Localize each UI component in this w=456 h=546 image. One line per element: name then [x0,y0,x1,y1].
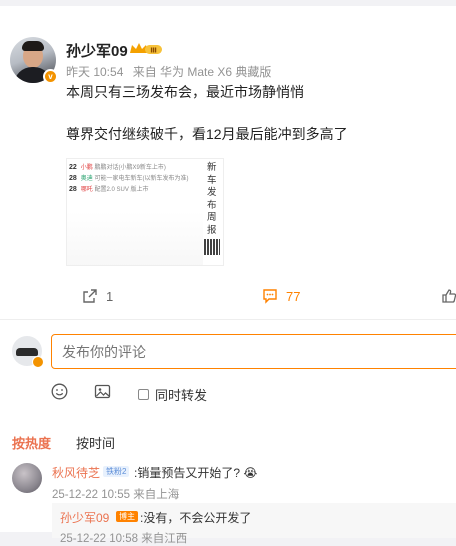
post-time[interactable]: 昨天 10:54 [66,65,123,79]
post-text-line-1: 本周只有三场发布会，最近市场静悄悄 [66,84,304,100]
comment-button[interactable]: 77 [262,288,300,304]
verified-icon [32,356,44,368]
qr-code-icon [204,239,220,255]
comment-input[interactable] [51,334,456,369]
commenter-avatar[interactable] [12,463,42,493]
post-text-line-2: 尊界交付继续破千，看12月最后能冲到多高了 [66,126,348,142]
reply-meta: 25-12-22 10:58 来自江西 [60,533,188,545]
post-meta: 昨天 10:54 来自 华为 Mate X6 典藏版 [66,63,277,80]
comment-icon [263,289,277,304]
author-badge: 博主 [116,511,138,522]
like-button[interactable] [441,288,456,304]
weibo-post-card: v 孙少军09 Ⅲ 昨天 10:54 来自 华为 Mate X6 典藏版 本周只… [0,6,456,545]
poster-blank-area [67,211,203,265]
verified-icon: v [43,69,58,84]
comment-meta: 25-12-22 10:55 来自上海 [52,489,180,501]
reply-text: :没有，不会公开发了 [140,511,252,525]
repost-checkbox[interactable]: 同时转发 [138,385,207,404]
poster-row: 28 奥迪 可能一家电车新车(以新车发布为准) [69,175,189,182]
reply-author-name[interactable]: 孙少军09 [60,509,109,526]
repost-checkbox-label: 同时转发 [155,388,208,403]
emoji-icon[interactable] [51,383,68,400]
checkbox-icon [138,389,149,400]
poster-row: 22 小鹏 鹏鹏对话(小鹏X9新车上市) [69,164,166,171]
reply-block: 孙少军09 博主 :没有，不会公开发了 25-12-22 10:58 来自江西 [52,503,456,545]
vip-crown-icon[interactable]: Ⅲ [129,42,163,56]
post-actions: 1 77 [0,288,456,308]
share-icon [83,289,97,303]
poster-side-title: 新车发布周报 [207,162,217,236]
avatar-car [16,348,38,356]
post-source: 来自 华为 Mate X6 典藏版 [132,65,272,79]
tab-sort-time[interactable]: 按时间 [76,433,115,452]
repost-button[interactable]: 1 [82,288,113,304]
author-name[interactable]: 孙少军09 [66,40,128,61]
image-icon[interactable] [94,383,111,400]
comment-count: 77 [286,288,301,304]
post-image[interactable]: 22 小鹏 鹏鹏对话(小鹏X9新车上市) 28 奥迪 可能一家电车新车(以新车发布为… [66,158,224,266]
divider [0,319,456,320]
commenter-name[interactable]: 秋风待芝 [52,464,100,481]
svg-text:Ⅲ: Ⅲ [150,47,157,55]
fan-badge[interactable]: 铁粉2 [103,466,130,477]
tab-sort-hot[interactable]: 按热度 [12,433,51,452]
comment-text: :销量预告又开始了? 😭 [134,466,258,480]
avatar-hair [22,41,44,51]
thumbs-up-icon [442,289,456,303]
repost-count: 1 [106,288,114,304]
poster-row: 28 哪吒 配置2.0 SUV 版上市 [69,186,149,193]
